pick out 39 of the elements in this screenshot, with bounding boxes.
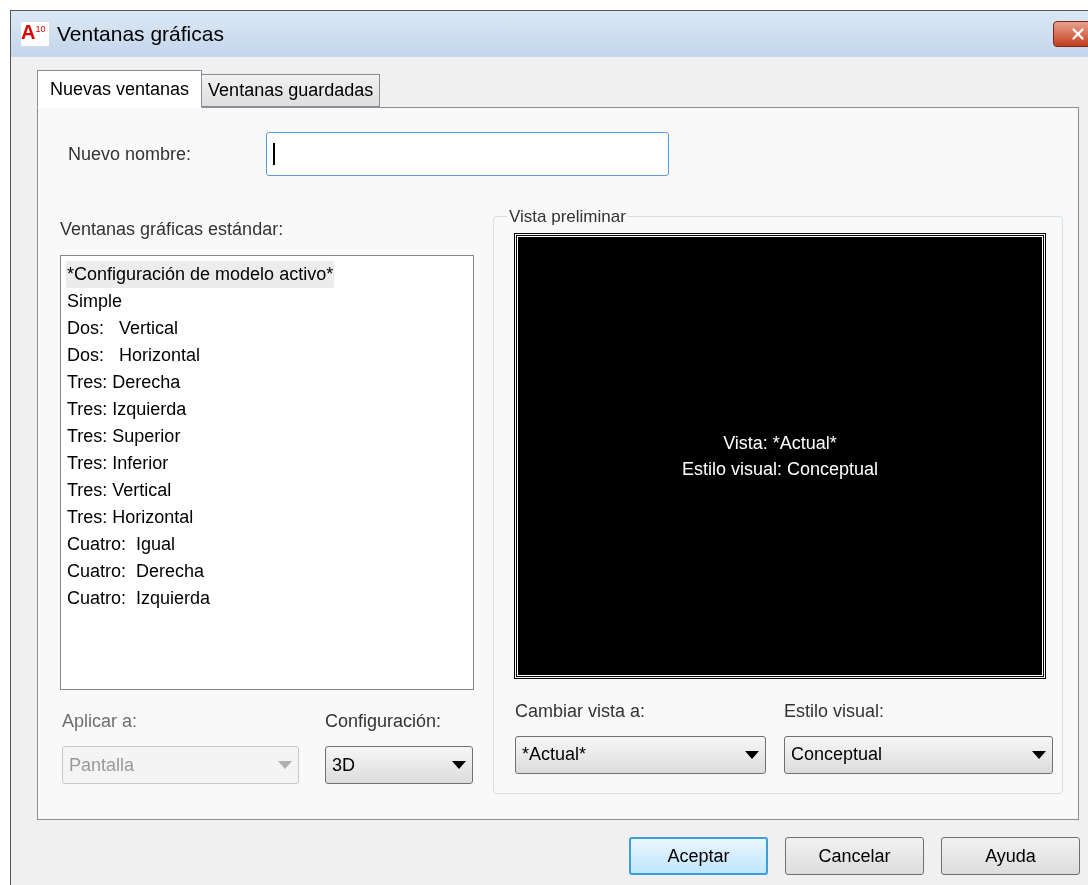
group-title: Vista preliminar [508,206,627,228]
list-item[interactable]: Tres: Vertical [66,477,173,504]
list-label: Ventanas gráficas estándar: [60,218,285,241]
list-item[interactable]: Simple [66,288,124,315]
list-item[interactable]: Cuatro: Derecha [66,558,206,585]
field-label: Cambiar vista a: [515,699,647,722]
list-item[interactable]: Tres: Inferior [66,450,170,477]
caret-icon [745,750,759,759]
close-icon [1069,25,1087,43]
tab[interactable]: Ventanas guardadas [202,74,381,107]
dropdown[interactable]: Conceptual [784,735,1053,774]
field-label: Nuevo nombre: [67,142,193,166]
caret-icon [1032,750,1046,759]
field-label: Aplicar a: [62,710,139,732]
caret-icon [278,761,292,769]
field-label: Configuración: [325,710,443,732]
list-item[interactable]: Tres: Izquierda [66,396,188,423]
window-title: Ventanas gráficas [57,21,224,48]
list-item[interactable]: Dos: Horizontal [66,342,202,369]
dropdown[interactable]: 3D [325,746,473,784]
list-item[interactable]: Cuatro: Igual [66,531,177,558]
dropdown[interactable]: *Actual* [515,735,766,774]
list-item[interactable]: Tres: Derecha [66,369,182,396]
list-item[interactable]: Dos: Vertical [66,315,180,342]
list-item[interactable]: Cuatro: Izquierda [66,585,212,612]
name-input[interactable] [266,132,669,176]
field-label: Estilo visual: [784,699,886,722]
dialog-button[interactable]: Cancelar [785,837,924,875]
list-item[interactable]: *Configuración de modelo activo* [66,261,335,288]
preview-text: Estilo visual: Conceptual [681,457,879,481]
tab[interactable]: Nuevas ventanas [37,70,203,108]
list-item[interactable]: Tres: Superior [66,423,182,450]
preview-text: Vista: *Actual* [723,431,837,455]
caret-icon [452,761,466,769]
dialog-button[interactable]: Aceptar [629,837,768,875]
text-cursor [273,143,275,165]
close-button[interactable] [1053,21,1088,47]
dialog-button[interactable]: Ayuda [941,837,1080,875]
list-item[interactable]: Tres: Horizontal [66,504,195,531]
